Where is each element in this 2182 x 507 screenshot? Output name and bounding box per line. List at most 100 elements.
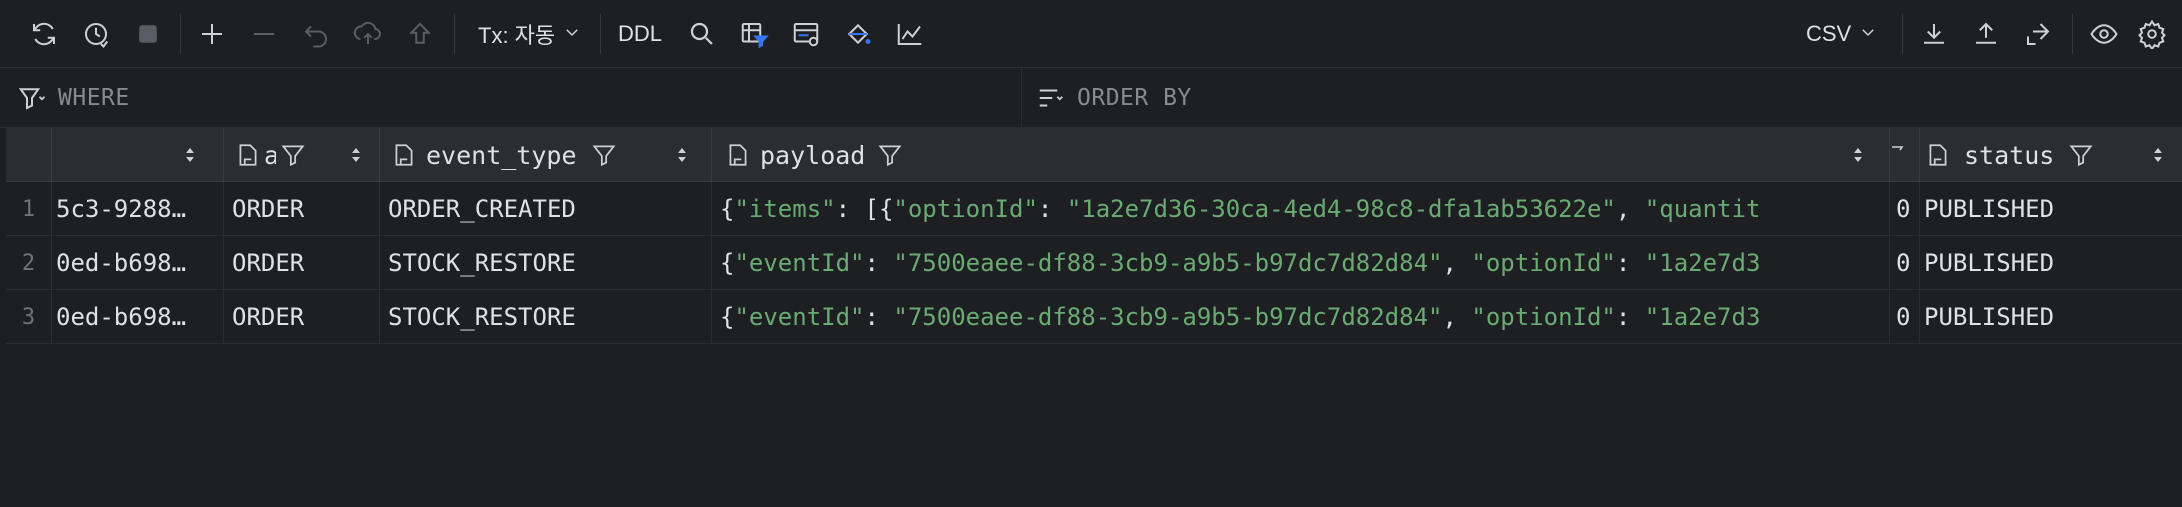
filter-icon[interactable] [2064, 138, 2098, 172]
cell-value: ORDER [232, 249, 305, 277]
cell-value: 0ed-b698… [56, 303, 187, 331]
json-value: {"items": [{"optionId": "1a2e7d36-30ca-4… [720, 195, 1761, 223]
where-input[interactable]: WHERE [58, 85, 130, 111]
sort-icon[interactable] [342, 141, 370, 169]
payload-cell[interactable]: {"eventId": "7500eaee-df88-3cb9-a9b5-b97… [712, 290, 1890, 344]
column-header-status[interactable]: status [1920, 128, 2182, 182]
delete-row-icon[interactable] [244, 14, 284, 54]
row-number: 3 [6, 290, 52, 344]
cell-value: STOCK_RESTORE [388, 303, 576, 331]
cell-value: 0 [1896, 195, 1911, 223]
sort-icon[interactable] [176, 141, 204, 169]
push-icon[interactable] [400, 14, 440, 54]
id-cell[interactable]: 0ed-b698… [52, 290, 224, 344]
column-name: event_type [426, 140, 577, 170]
id-cell[interactable]: 5c3-9288… [52, 182, 224, 236]
filter-bar: WHERE ORDER BY [0, 68, 2182, 128]
column-header-aggregate[interactable]: a [224, 128, 380, 182]
data-grid: a event_type payload [6, 128, 2182, 344]
view-query-icon[interactable] [786, 14, 826, 54]
grid-empty-area [6, 344, 2182, 507]
paint-icon[interactable] [838, 14, 878, 54]
transaction-mode-label: Tx: 자동 [478, 23, 556, 48]
chart-icon[interactable] [890, 14, 930, 54]
settings-icon[interactable] [2132, 14, 2172, 54]
cell-value: PUBLISHED [1924, 195, 2055, 223]
payload-cell[interactable]: {"items": [{"optionId": "1a2e7d36-30ca-4… [712, 182, 1890, 236]
event-type-cell[interactable]: ORDER_CREATED [380, 182, 712, 236]
column-header-payload[interactable]: payload [712, 128, 1890, 182]
column-header-retry-count[interactable] [1890, 128, 1920, 182]
json-value: {"eventId": "7500eaee-df88-3cb9-a9b5-b97… [720, 249, 1761, 277]
revert-icon[interactable] [296, 14, 336, 54]
column-header-id[interactable] [52, 128, 224, 182]
aggregate-cell[interactable]: ORDER [224, 182, 380, 236]
column-icon [722, 139, 754, 171]
grid-header: a event_type payload [6, 128, 2182, 182]
sort-icon[interactable] [668, 141, 696, 169]
add-row-icon[interactable] [192, 14, 232, 54]
cell-value: 0ed-b698… [56, 249, 187, 277]
column-name: status [1964, 140, 2055, 170]
row-number: 2 [6, 236, 52, 290]
row-number-header [6, 128, 52, 182]
transaction-mode-dropdown[interactable]: Tx: 자동 [472, 14, 587, 54]
cell-value: PUBLISHED [1924, 249, 2055, 277]
search-icon[interactable] [682, 14, 722, 54]
payload-cell[interactable]: {"eventId": "7500eaee-df88-3cb9-a9b5-b97… [712, 236, 1890, 290]
filter-table-icon[interactable] [734, 14, 774, 54]
sort-icon[interactable] [1844, 141, 1872, 169]
filter-icon[interactable] [276, 138, 310, 172]
where-filter[interactable]: WHERE [0, 68, 1022, 128]
status-cell[interactable]: PUBLISHED [1920, 290, 2182, 344]
column-icon [388, 139, 420, 171]
column-name: a [264, 141, 276, 170]
status-cell[interactable]: PUBLISHED [1920, 236, 2182, 290]
filter-icon[interactable] [587, 138, 621, 172]
aggregate-cell[interactable]: ORDER [224, 236, 380, 290]
column-name: payload [760, 140, 866, 170]
json-value: {"eventId": "7500eaee-df88-3cb9-a9b5-b97… [720, 303, 1761, 331]
filter-icon[interactable] [1890, 142, 1904, 168]
table-row[interactable]: 3 0ed-b698… ORDER STOCK_RESTORE {"eventI… [6, 290, 2182, 344]
cell-value: ORDER [232, 303, 305, 331]
view-icon[interactable] [2084, 14, 2124, 54]
download-icon[interactable] [1914, 14, 1954, 54]
order-by-filter[interactable]: ORDER BY [1023, 68, 2182, 128]
history-icon[interactable] [76, 14, 116, 54]
cell-value: 0 [1896, 303, 1911, 331]
column-icon [232, 139, 264, 171]
export-format-dropdown[interactable]: CSV [1800, 14, 1883, 54]
event-type-cell[interactable]: STOCK_RESTORE [380, 236, 712, 290]
sort-icon[interactable] [2144, 141, 2172, 169]
column-header-event-type[interactable]: event_type [380, 128, 712, 182]
chevron-down-icon [563, 21, 581, 47]
retry-cell[interactable]: 0 [1890, 290, 1920, 344]
chevron-down-icon [1859, 21, 1877, 47]
status-cell[interactable]: PUBLISHED [1920, 182, 2182, 236]
cell-value: STOCK_RESTORE [388, 249, 576, 277]
refresh-icon[interactable] [24, 14, 64, 54]
ddl-button[interactable]: DDL [612, 14, 668, 54]
event-type-cell[interactable]: STOCK_RESTORE [380, 290, 712, 344]
row-number: 1 [6, 182, 52, 236]
sort-lines-icon[interactable] [1031, 78, 1071, 118]
filter-icon[interactable] [873, 138, 907, 172]
order-by-input[interactable]: ORDER BY [1077, 85, 1192, 111]
column-icon [1922, 139, 1954, 171]
aggregate-cell[interactable]: ORDER [224, 290, 380, 344]
filter-icon[interactable] [12, 78, 52, 118]
retry-cell[interactable]: 0 [1890, 236, 1920, 290]
upload-icon[interactable] [1966, 14, 2006, 54]
table-row[interactable]: 1 5c3-9288… ORDER ORDER_CREATED {"items"… [6, 182, 2182, 236]
table-row[interactable]: 2 0ed-b698… ORDER STOCK_RESTORE {"eventI… [6, 236, 2182, 290]
stop-icon[interactable] [128, 14, 168, 54]
export-format-label: CSV [1806, 21, 1852, 46]
cell-value: 5c3-9288… [56, 195, 187, 223]
id-cell[interactable]: 0ed-b698… [52, 236, 224, 290]
compare-icon[interactable] [2018, 14, 2058, 54]
cell-value: 0 [1896, 249, 1911, 277]
retry-cell[interactable]: 0 [1890, 182, 1920, 236]
submit-icon[interactable] [348, 14, 388, 54]
ddl-label: DDL [618, 21, 663, 46]
